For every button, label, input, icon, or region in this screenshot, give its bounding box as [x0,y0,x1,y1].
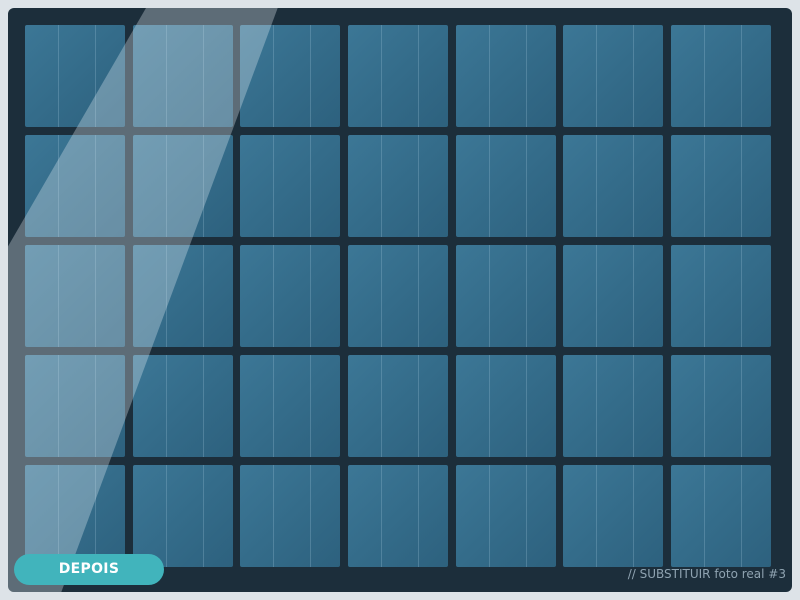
solar-cell [240,245,341,347]
solar-cell [132,355,233,457]
solar-cell [455,135,556,237]
solar-cell [671,135,772,237]
solar-cell [240,25,341,127]
solar-cell [348,135,449,237]
solar-cell [240,135,341,237]
solar-cell [25,25,125,127]
solar-panel-image [8,8,792,592]
solar-cell [563,465,664,567]
after-badge: DEPOIS [14,554,164,585]
solar-cell [455,355,556,457]
solar-cell [671,355,772,457]
solar-cell [240,355,341,457]
solar-cell [25,245,125,347]
solar-cell [25,135,125,237]
solar-cell [348,355,449,457]
placeholder-note: // SUBSTITUIR foto real #3 [627,567,786,581]
solar-cell [240,465,341,567]
solar-cell [132,465,233,567]
solar-cell [455,245,556,347]
solar-cell [563,135,664,237]
solar-cell [132,245,233,347]
solar-cell-grid [25,25,772,567]
solar-cell [132,135,233,237]
solar-cell [563,25,664,127]
solar-cell [455,465,556,567]
solar-cell [348,245,449,347]
solar-cell [132,25,233,127]
solar-cell [348,25,449,127]
solar-cell [563,245,664,347]
solar-cell [563,355,664,457]
solar-cell [671,25,772,127]
solar-cell [348,465,449,567]
page: { "badge": { "label": "DEPOIS", "color":… [0,0,800,600]
solar-cell [671,465,772,567]
solar-cell [455,25,556,127]
solar-cell [25,355,125,457]
solar-cell [671,245,772,347]
solar-cell [25,465,125,567]
